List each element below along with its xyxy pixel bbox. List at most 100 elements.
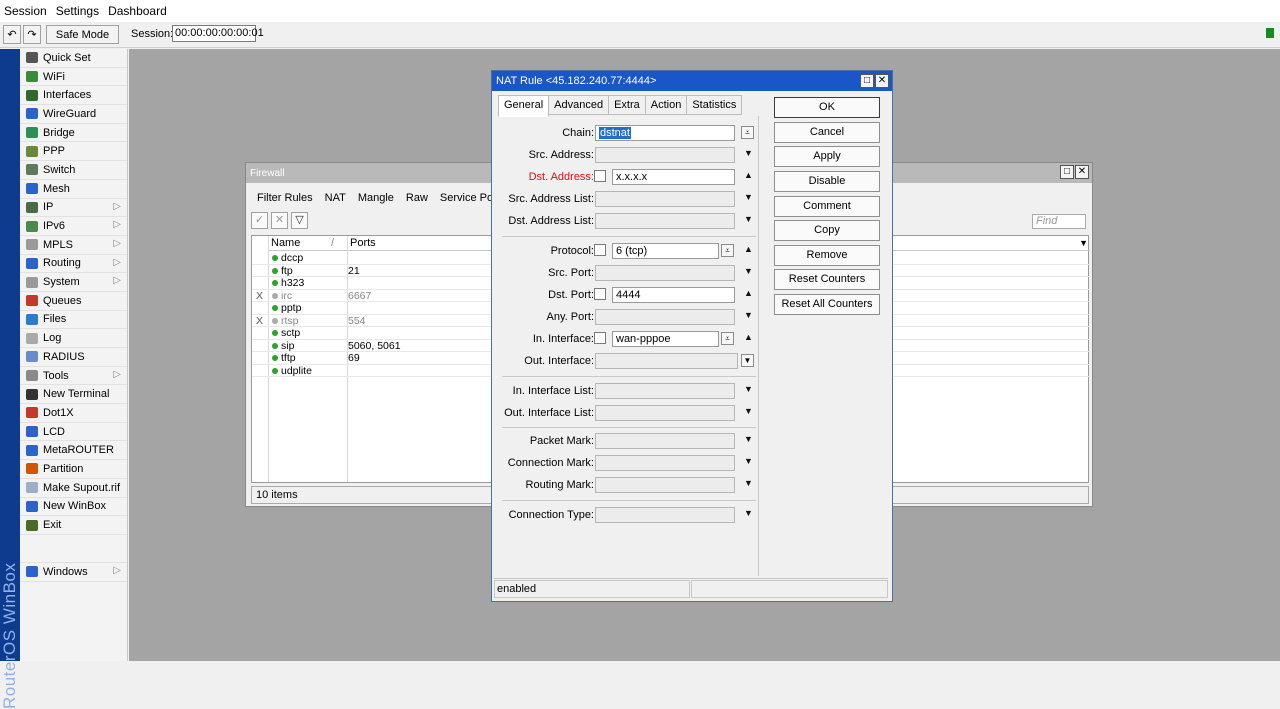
tab-action[interactable]: Action <box>644 95 688 115</box>
ok-button[interactable]: OK <box>774 97 880 118</box>
reset-all-counters-button[interactable]: Reset All Counters <box>774 293 880 315</box>
dst-address-negate-checkbox[interactable] <box>594 170 606 182</box>
cancel-button[interactable]: Cancel <box>774 121 880 143</box>
sidebar-item-partition[interactable]: Partition <box>20 460 127 479</box>
sidebar-item-mesh[interactable]: Mesh <box>20 180 127 199</box>
packet-mark-input[interactable] <box>595 433 735 449</box>
sidebar-item-metarouter[interactable]: MetaROUTER <box>20 441 127 461</box>
sidebar-item-mpls[interactable]: MPLS ▷ <box>20 236 127 255</box>
apply-button[interactable]: Apply <box>774 146 880 167</box>
find-input[interactable]: Find <box>1032 214 1086 229</box>
tab-raw[interactable]: Raw <box>400 187 434 207</box>
sidebar-item-make-supout-rif[interactable]: Make Supout.rif <box>20 479 127 498</box>
sidebar-item-routing[interactable]: Routing ▷ <box>20 255 127 274</box>
dst-address-input[interactable]: x.x.x.x <box>612 169 735 185</box>
out-interface-input[interactable] <box>595 353 738 369</box>
tab-mangle[interactable]: Mangle <box>352 187 400 207</box>
nat-titlebar[interactable]: NAT Rule <45.182.240.77:4444> □ ✕ <box>492 71 892 91</box>
sidebar-item-log[interactable]: Log <box>20 329 127 348</box>
dst-port-input[interactable]: 4444 <box>612 287 735 303</box>
maximize-button[interactable]: □ <box>860 74 874 88</box>
tab-filter-rules[interactable]: Filter Rules <box>251 187 319 207</box>
sidebar-item-quick-set[interactable]: Quick Set <box>20 49 127 68</box>
expand-down-icon[interactable]: ▼ <box>744 310 753 320</box>
chain-input[interactable]: dstnat <box>595 125 735 141</box>
expand-down-icon[interactable]: ▼ <box>744 148 753 158</box>
close-button[interactable]: ✕ <box>1075 165 1089 179</box>
filter-button[interactable]: ▽ <box>291 212 308 229</box>
sidebar-item-radius[interactable]: RADIUS <box>20 348 127 367</box>
expand-down-icon[interactable]: ▼ <box>744 508 753 518</box>
collapse-up-icon[interactable]: ▲ <box>744 288 753 298</box>
sidebar-item-ipv6[interactable]: IPv6 ▷ <box>20 217 127 236</box>
expand-down-icon[interactable]: ▼ <box>744 478 753 488</box>
redo-button[interactable]: ↷ <box>23 25 41 44</box>
menu-session[interactable]: Session <box>4 4 47 18</box>
src-address-list-input[interactable] <box>595 191 735 207</box>
tab-nat[interactable]: NAT <box>319 187 352 207</box>
sidebar-item-exit[interactable]: Exit <box>20 516 127 535</box>
protocol-dropdown-button[interactable]: ⩡ <box>721 244 734 257</box>
routing-mark-input[interactable] <box>595 477 735 493</box>
out-interface-list-input[interactable] <box>595 405 735 421</box>
sidebar-item-switch[interactable]: Switch <box>20 161 127 180</box>
tab-general[interactable]: General <box>498 95 550 117</box>
expand-down-icon[interactable]: ▼ <box>744 456 753 466</box>
sidebar-item-wifi[interactable]: WiFi <box>20 68 127 87</box>
safe-mode-button[interactable]: Safe Mode <box>46 25 119 44</box>
sidebar-item-ip[interactable]: IP ▷ <box>20 199 127 218</box>
protocol-negate-checkbox[interactable] <box>594 244 606 256</box>
out-interface-dropdown-button[interactable]: ▼ <box>741 354 754 367</box>
sidebar-item-tools[interactable]: Tools ▷ <box>20 367 127 386</box>
comment-button[interactable]: Comment <box>774 195 880 217</box>
protocol-input[interactable]: 6 (tcp) <box>612 243 719 259</box>
expand-down-icon[interactable]: ▼ <box>744 192 753 202</box>
expand-down-icon[interactable]: ▼ <box>744 214 753 224</box>
session-id-field[interactable]: 00:00:00:00:00:01 <box>172 25 264 42</box>
disable-button[interactable]: ✕ <box>271 212 288 229</box>
in-interface-dropdown-button[interactable]: ⩡ <box>721 332 734 345</box>
close-button[interactable]: ✕ <box>875 74 889 88</box>
sidebar-item-interfaces[interactable]: Interfaces <box>20 86 127 106</box>
copy-button[interactable]: Copy <box>774 220 880 241</box>
sidebar-item-queues[interactable]: Queues <box>20 292 127 311</box>
sidebar-item-files[interactable]: Files <box>20 311 127 330</box>
enable-button[interactable]: ✓ <box>251 212 268 229</box>
sidebar-item-new-winbox[interactable]: New WinBox <box>20 498 127 517</box>
expand-down-icon[interactable]: ▼ <box>744 406 753 416</box>
sidebar-item-new-terminal[interactable]: New Terminal <box>20 385 127 405</box>
connection-type-input[interactable] <box>595 507 735 523</box>
collapse-up-icon[interactable]: ▲ <box>744 170 753 180</box>
connection-mark-input[interactable] <box>595 455 735 471</box>
menu-dashboard[interactable]: Dashboard <box>108 4 167 18</box>
in-interface-input[interactable]: wan-pppoe <box>612 331 719 347</box>
sidebar-item-windows[interactable]: Windows ▷ <box>20 563 127 582</box>
reset-counters-button[interactable]: Reset Counters <box>774 269 880 290</box>
undo-button[interactable]: ↶ <box>3 25 21 44</box>
sidebar-item-system[interactable]: System ▷ <box>20 273 127 292</box>
expand-down-icon[interactable]: ▼ <box>744 384 753 394</box>
maximize-button[interactable]: □ <box>1060 165 1074 179</box>
sidebar-item-bridge[interactable]: Bridge <box>20 124 127 143</box>
tab-advanced[interactable]: Advanced <box>548 95 610 115</box>
tab-extra[interactable]: Extra <box>608 95 646 115</box>
sidebar-item-dot1x[interactable]: Dot1X <box>20 404 127 423</box>
src-address-input[interactable] <box>595 147 735 163</box>
any-port-input[interactable] <box>595 309 735 325</box>
dst-port-negate-checkbox[interactable] <box>594 288 606 300</box>
src-port-input[interactable] <box>595 265 735 281</box>
sidebar-item-lcd[interactable]: LCD <box>20 423 127 442</box>
menu-settings[interactable]: Settings <box>56 4 99 18</box>
expand-down-icon[interactable]: ▼ <box>744 266 753 276</box>
chain-dropdown-button[interactable]: ⩡ <box>741 126 754 139</box>
sidebar-item-ppp[interactable]: PPP <box>20 142 127 162</box>
in-interface-list-input[interactable] <box>595 383 735 399</box>
remove-button[interactable]: Remove <box>774 244 880 266</box>
expand-down-icon[interactable]: ▼ <box>744 434 753 444</box>
dst-address-list-input[interactable] <box>595 213 735 229</box>
column-header-name[interactable]: Name / <box>268 236 347 251</box>
collapse-up-icon[interactable]: ▲ <box>744 244 753 254</box>
disable-button[interactable]: Disable <box>774 171 880 192</box>
tab-statistics[interactable]: Statistics <box>686 95 743 115</box>
collapse-up-icon[interactable]: ▲ <box>744 332 753 342</box>
